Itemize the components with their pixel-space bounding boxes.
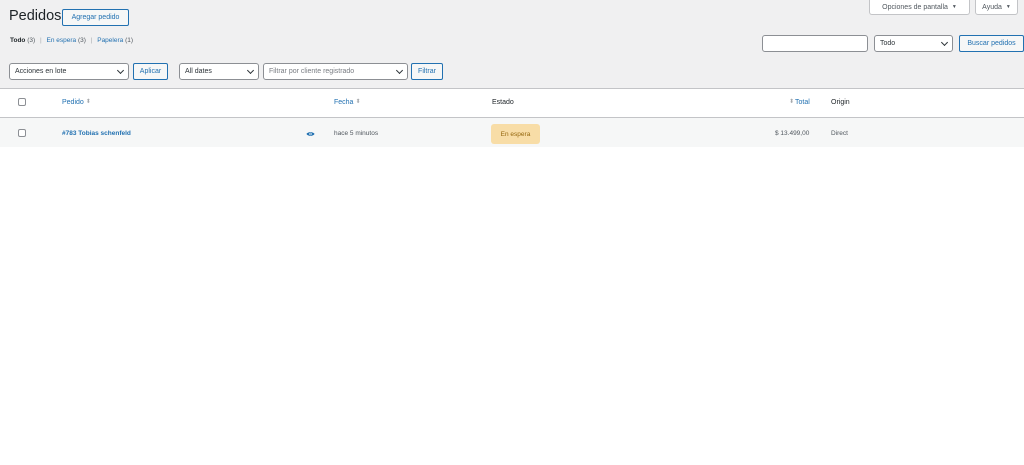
view-all-count: (3) [27,37,36,44]
status-badge: En espera [491,124,540,144]
sort-arrows-icon: ⬍ [789,99,795,106]
customer-filter-placeholder: Filtrar por cliente registrado [269,68,355,75]
apply-bulk-button[interactable]: Aplicar [133,63,168,80]
view-all[interactable]: Todo [10,37,25,44]
view-separator: | [39,37,42,44]
sort-arrows-icon: ⬍ [85,99,91,106]
sort-arrows-icon: ⬍ [355,99,361,106]
help-button[interactable]: Ayuda ▼ [975,0,1018,15]
help-arrow-icon: ▼ [1005,4,1011,10]
order-link[interactable]: #783 Tobias schenfeld [62,130,131,137]
view-trash[interactable]: Papelera (1) [97,37,133,44]
search-orders-input[interactable] [762,35,868,52]
add-order-button[interactable]: Agregar pedido [62,9,129,26]
chevron-down-icon [940,38,949,46]
bulk-actions-select[interactable]: Acciones en lote [9,63,129,80]
help-label: Ayuda [982,3,1002,11]
screen-options-button[interactable]: Opciones de pantalla ▼ [869,0,970,15]
view-on-hold[interactable]: En espera (3) [47,37,86,44]
date-filter-select[interactable]: All dates [179,63,259,80]
column-total-label: Total [795,99,810,106]
row-checkbox[interactable] [18,129,26,137]
bulk-actions-selected: Acciones en lote [15,68,67,75]
column-date-label: Fecha [334,99,354,106]
screen-options-label: Opciones de pantalla [882,3,948,11]
order-origin: Direct [831,130,848,137]
view-separator: | [90,37,93,44]
column-status: Estado [492,99,514,106]
order-status-views: Todo (3) | En espera (3) | Papelera (1) [10,37,133,44]
screen-options-arrow-icon: ▼ [951,4,957,10]
column-origin: Origin [831,99,850,106]
search-orders-button[interactable]: Buscar pedidos [959,35,1024,52]
search-filter-selected: Todo [880,40,896,47]
chevron-down-icon [116,66,125,74]
select-all-checkbox[interactable] [18,98,26,106]
filter-button[interactable]: Filtrar [411,63,443,80]
page-title: Pedidos [9,8,62,24]
column-order-label: Pedido [62,99,84,106]
eye-icon[interactable] [306,131,315,137]
column-total[interactable]: ⬍Total [789,99,810,106]
order-date: hace 5 minutos [334,130,379,137]
column-order[interactable]: Pedido ⬍ [62,99,91,106]
column-date[interactable]: Fecha ⬍ [334,99,361,106]
chevron-down-icon [246,66,255,74]
order-total: $ 13.499,00 [775,130,810,137]
search-filter-select[interactable]: Todo [874,35,953,52]
customer-filter-select[interactable]: Filtrar por cliente registrado [263,63,408,80]
date-filter-selected: All dates [185,68,212,75]
chevron-down-icon [395,66,404,74]
